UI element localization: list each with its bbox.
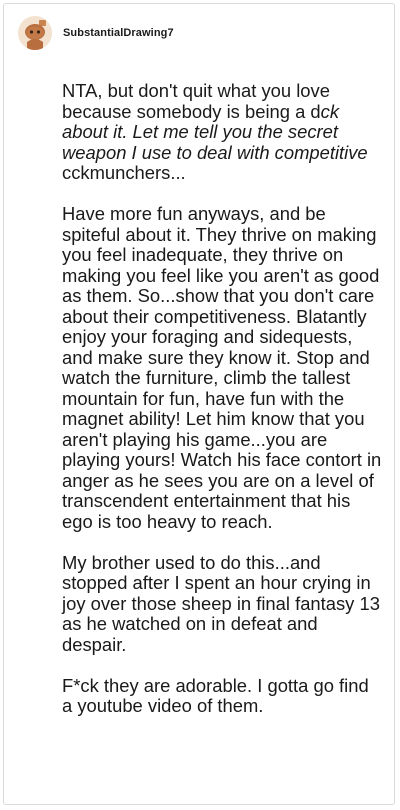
reddit-snoo-avatar-icon	[18, 16, 52, 50]
comment-paragraph: My brother used to do this...and stopped…	[62, 551, 380, 655]
comment-paragraph: NTA, but don't quit what you love becaus…	[62, 80, 382, 184]
username[interactable]: SubstantialDrawing7	[63, 27, 174, 39]
comment-paragraph: F*ck they are adorable. I gotta go find …	[62, 674, 369, 716]
comment-paragraph: Have more fun anyways, and be spiteful a…	[62, 203, 382, 532]
comment-text: NTA, but don't quit what you love becaus…	[62, 80, 330, 122]
comment-card: SubstantialDrawing7 NTA, but don't quit …	[3, 3, 395, 805]
avatar[interactable]	[18, 16, 52, 50]
comment-text: cckmunchers...	[62, 162, 186, 183]
comment-body: NTA, but don't quit what you love becaus…	[62, 80, 382, 717]
comment-header: SubstantialDrawing7	[18, 16, 174, 50]
